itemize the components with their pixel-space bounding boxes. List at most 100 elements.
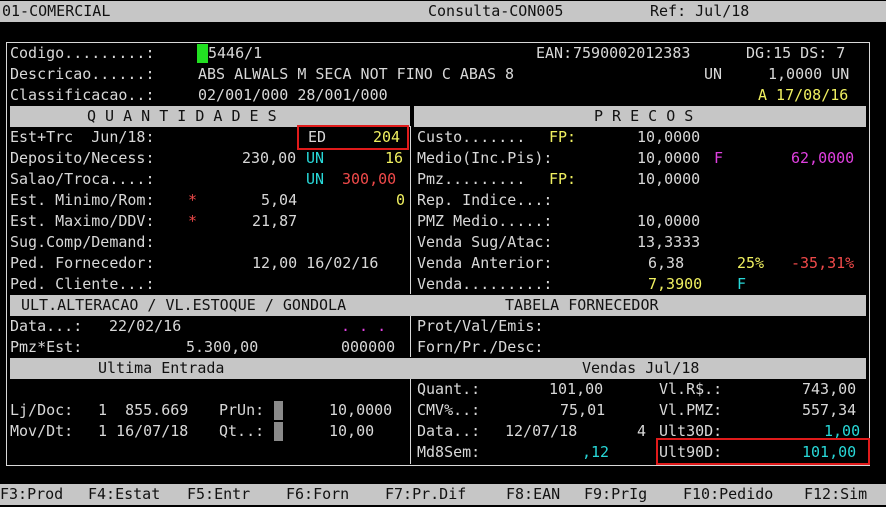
vl-rs-value: 743,00 — [802, 380, 857, 398]
pmz-medio-value: 10,0000 — [637, 212, 701, 230]
ean-value: 7590002012383 — [573, 44, 691, 62]
venda-anterior-value: 6,38 — [648, 254, 685, 272]
lj-doc-label: Lj/Doc: — [10, 401, 74, 419]
precos-title: P R E C O S — [594, 107, 694, 125]
md8sem-label: Md8Sem: — [417, 443, 481, 461]
salao-value: 300,00 — [342, 170, 397, 188]
system-name: 01-COMERCIAL — [2, 2, 111, 20]
divider-lower — [410, 378, 411, 464]
dg-ds-value: DG:15 DS: 7 — [746, 44, 846, 62]
venda-anterior-pct: 25% — [737, 254, 765, 272]
classificacao-label: Classificacao..: — [10, 86, 155, 104]
alteracao-dots: . . . — [341, 317, 387, 335]
descricao-value: ABS ALWALS M SECA NOT FINO C ABAS 8 — [198, 65, 515, 83]
divider-upper — [410, 126, 411, 294]
qty-unit-value: 1,0000 UN — [768, 65, 850, 83]
maximo-label: Est. Maximo/DDV: — [10, 212, 155, 230]
divider-middle — [410, 315, 411, 357]
maximo-value: 21,87 — [252, 212, 298, 230]
venda-sug-value: 13,3333 — [637, 233, 701, 251]
vl-pmz-value: 557,34 — [802, 401, 857, 419]
prun-label: PrUn: — [219, 401, 265, 419]
medio-flag: F — [714, 149, 724, 167]
pmz-value: 10,0000 — [637, 170, 701, 188]
est-value: 204 — [373, 128, 401, 146]
minimo-value: 5,04 — [261, 191, 298, 209]
f4-estat-key[interactable]: F4:Estat — [88, 484, 160, 505]
est-label: Est+Trc Jun/18: — [10, 128, 155, 146]
custo-label: Custo....... — [417, 128, 526, 146]
deposito-unit: UN — [306, 149, 325, 167]
f3-prod-key[interactable]: F3:Prod — [0, 484, 63, 505]
venda-anterior-label: Venda Anterior: — [417, 254, 553, 272]
tabela-fornecedor-title: TABELA FORNECEDOR — [505, 296, 659, 314]
mov-dt-value: 1 16/07/18 — [98, 422, 189, 440]
venda-anterior-var: -35,31% — [791, 254, 855, 272]
venda-flag: F — [737, 275, 747, 293]
text-cursor — [197, 44, 208, 63]
descricao-label: Descricao......: — [10, 65, 155, 83]
alteracao-title: ULT.ALTERACAO / VL.ESTOQUE / GONDOLA — [21, 296, 347, 314]
vendas-title: Vendas Jul/18 — [582, 359, 700, 377]
f7-prdif-key[interactable]: F7:Pr.Dif — [385, 484, 466, 505]
salao-label: Salao/Troca....: — [10, 170, 155, 188]
md8sem-value: ,12 — [582, 443, 610, 461]
deposito-label: Deposito/Necess: — [10, 149, 155, 167]
vl-pmz-label: Vl.PMZ: — [659, 401, 723, 419]
reference-period: Ref: Jul/18 — [650, 2, 750, 20]
venda-label: Venda.........: — [417, 275, 553, 293]
cmv-label: CMV%..: — [417, 401, 481, 419]
ult90d-value: 101,00 — [802, 443, 857, 461]
mov-dt-label: Mov/Dt: — [10, 422, 74, 440]
forn-pr-desc-label: Forn/Pr./Desc: — [417, 338, 544, 356]
f5-entr-key[interactable]: F5:Entr — [187, 484, 250, 505]
ult90d-label: Ult90D: — [659, 443, 723, 461]
f12-sim-key[interactable]: F12:Sim — [804, 484, 867, 505]
lj-doc-value: 1 855.669 — [98, 401, 189, 419]
minimo-label: Est. Minimo/Rom: — [10, 191, 155, 209]
cmv-value: 75,01 — [560, 401, 606, 419]
minimo-rom: 0 — [396, 191, 406, 209]
classificacao-value: 02/001/000 28/001/000 — [198, 86, 388, 104]
pmz-est-value: 5.300,00 — [186, 338, 259, 356]
minimo-star: * — [188, 191, 198, 209]
unit-value: UN — [704, 65, 723, 83]
venda-value: 7,3900 — [648, 275, 703, 293]
pmz-label: Pmz......... — [417, 170, 526, 188]
quant-label: Quant.: — [417, 380, 481, 398]
custo-fp: FP: — [549, 128, 577, 146]
f8-ean-key[interactable]: F8:EAN — [506, 484, 560, 505]
ean-label: EAN: — [536, 44, 573, 62]
custo-value: 10,0000 — [637, 128, 701, 146]
est-tag: ED — [308, 128, 327, 146]
codigo-field[interactable]: 5446/1 — [208, 43, 262, 64]
alteracao-data-value: 22/02/16 — [109, 317, 182, 335]
f6-forn-key[interactable]: F6:Forn — [286, 484, 349, 505]
vendas-data-value: 12/07/18 — [505, 422, 578, 440]
salao-unit: UN — [306, 170, 325, 188]
vl-rs-label: Vl.R$.: — [659, 380, 723, 398]
deposito-necess: 16 — [385, 149, 404, 167]
medio-extra: 62,0000 — [791, 149, 855, 167]
medio-value: 10,0000 — [637, 149, 701, 167]
medio-label: Medio(Inc.Pis): — [417, 149, 553, 167]
ped-fornecedor-value: 12,00 16/02/16 — [252, 254, 379, 272]
deposito-value: 230,00 — [242, 149, 297, 167]
qt-value: 10,00 — [329, 422, 375, 440]
pmz-est-label: Pmz*Est: — [10, 338, 83, 356]
ultima-entrada-title: Ultima Entrada — [98, 359, 225, 377]
f9-prig-key[interactable]: F9:PrIg — [584, 484, 647, 505]
sug-comp-label: Sug.Comp/Demand: — [10, 233, 155, 251]
codigo-label: Codigo.........: — [10, 44, 155, 62]
vendas-data-extra: 4 — [637, 422, 647, 440]
pmz-fp: FP: — [549, 170, 577, 188]
qt-cursor — [274, 422, 283, 441]
prun-value: 10,0000 — [329, 401, 393, 419]
f10-pedido-key[interactable]: F10:Pedido — [683, 484, 773, 505]
quant-value: 101,00 — [549, 380, 604, 398]
status-value: A 17/08/16 — [758, 86, 849, 104]
screen-name: Consulta-CON005 — [428, 2, 564, 20]
venda-sug-label: Venda Sug/Atac: — [417, 233, 553, 251]
alteracao-data-label: Data...: — [10, 317, 83, 335]
qt-label: Qt..: — [219, 422, 265, 440]
